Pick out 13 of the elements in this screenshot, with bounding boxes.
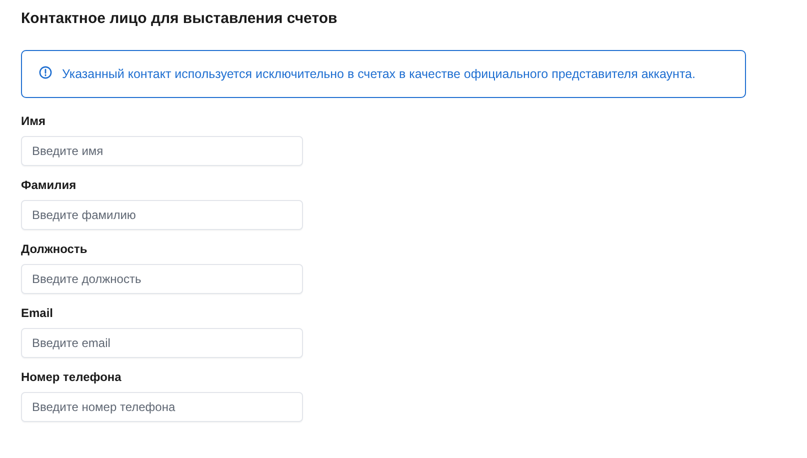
input-field[interactable]: Введите имя bbox=[21, 136, 303, 166]
info-icon bbox=[39, 66, 52, 79]
field-label: Номер телефона bbox=[21, 369, 122, 385]
field-label: Фамилия bbox=[21, 177, 76, 193]
section-title: Контактное лицо для выставления счетов bbox=[21, 9, 338, 29]
field-label: Должность bbox=[21, 241, 88, 257]
input-field[interactable]: Введите номер телефона bbox=[21, 392, 303, 422]
input-field[interactable]: Введите должность bbox=[21, 264, 303, 294]
field-label: Email bbox=[21, 305, 54, 321]
info-text: Указанный контакт используется исключительно в счетах в качестве официального представителя аккаунта. bbox=[62, 66, 696, 83]
field-label: Имя bbox=[21, 113, 46, 129]
input-field[interactable]: Введите фамилию bbox=[21, 200, 303, 230]
input-field[interactable]: Введите email bbox=[21, 328, 303, 358]
